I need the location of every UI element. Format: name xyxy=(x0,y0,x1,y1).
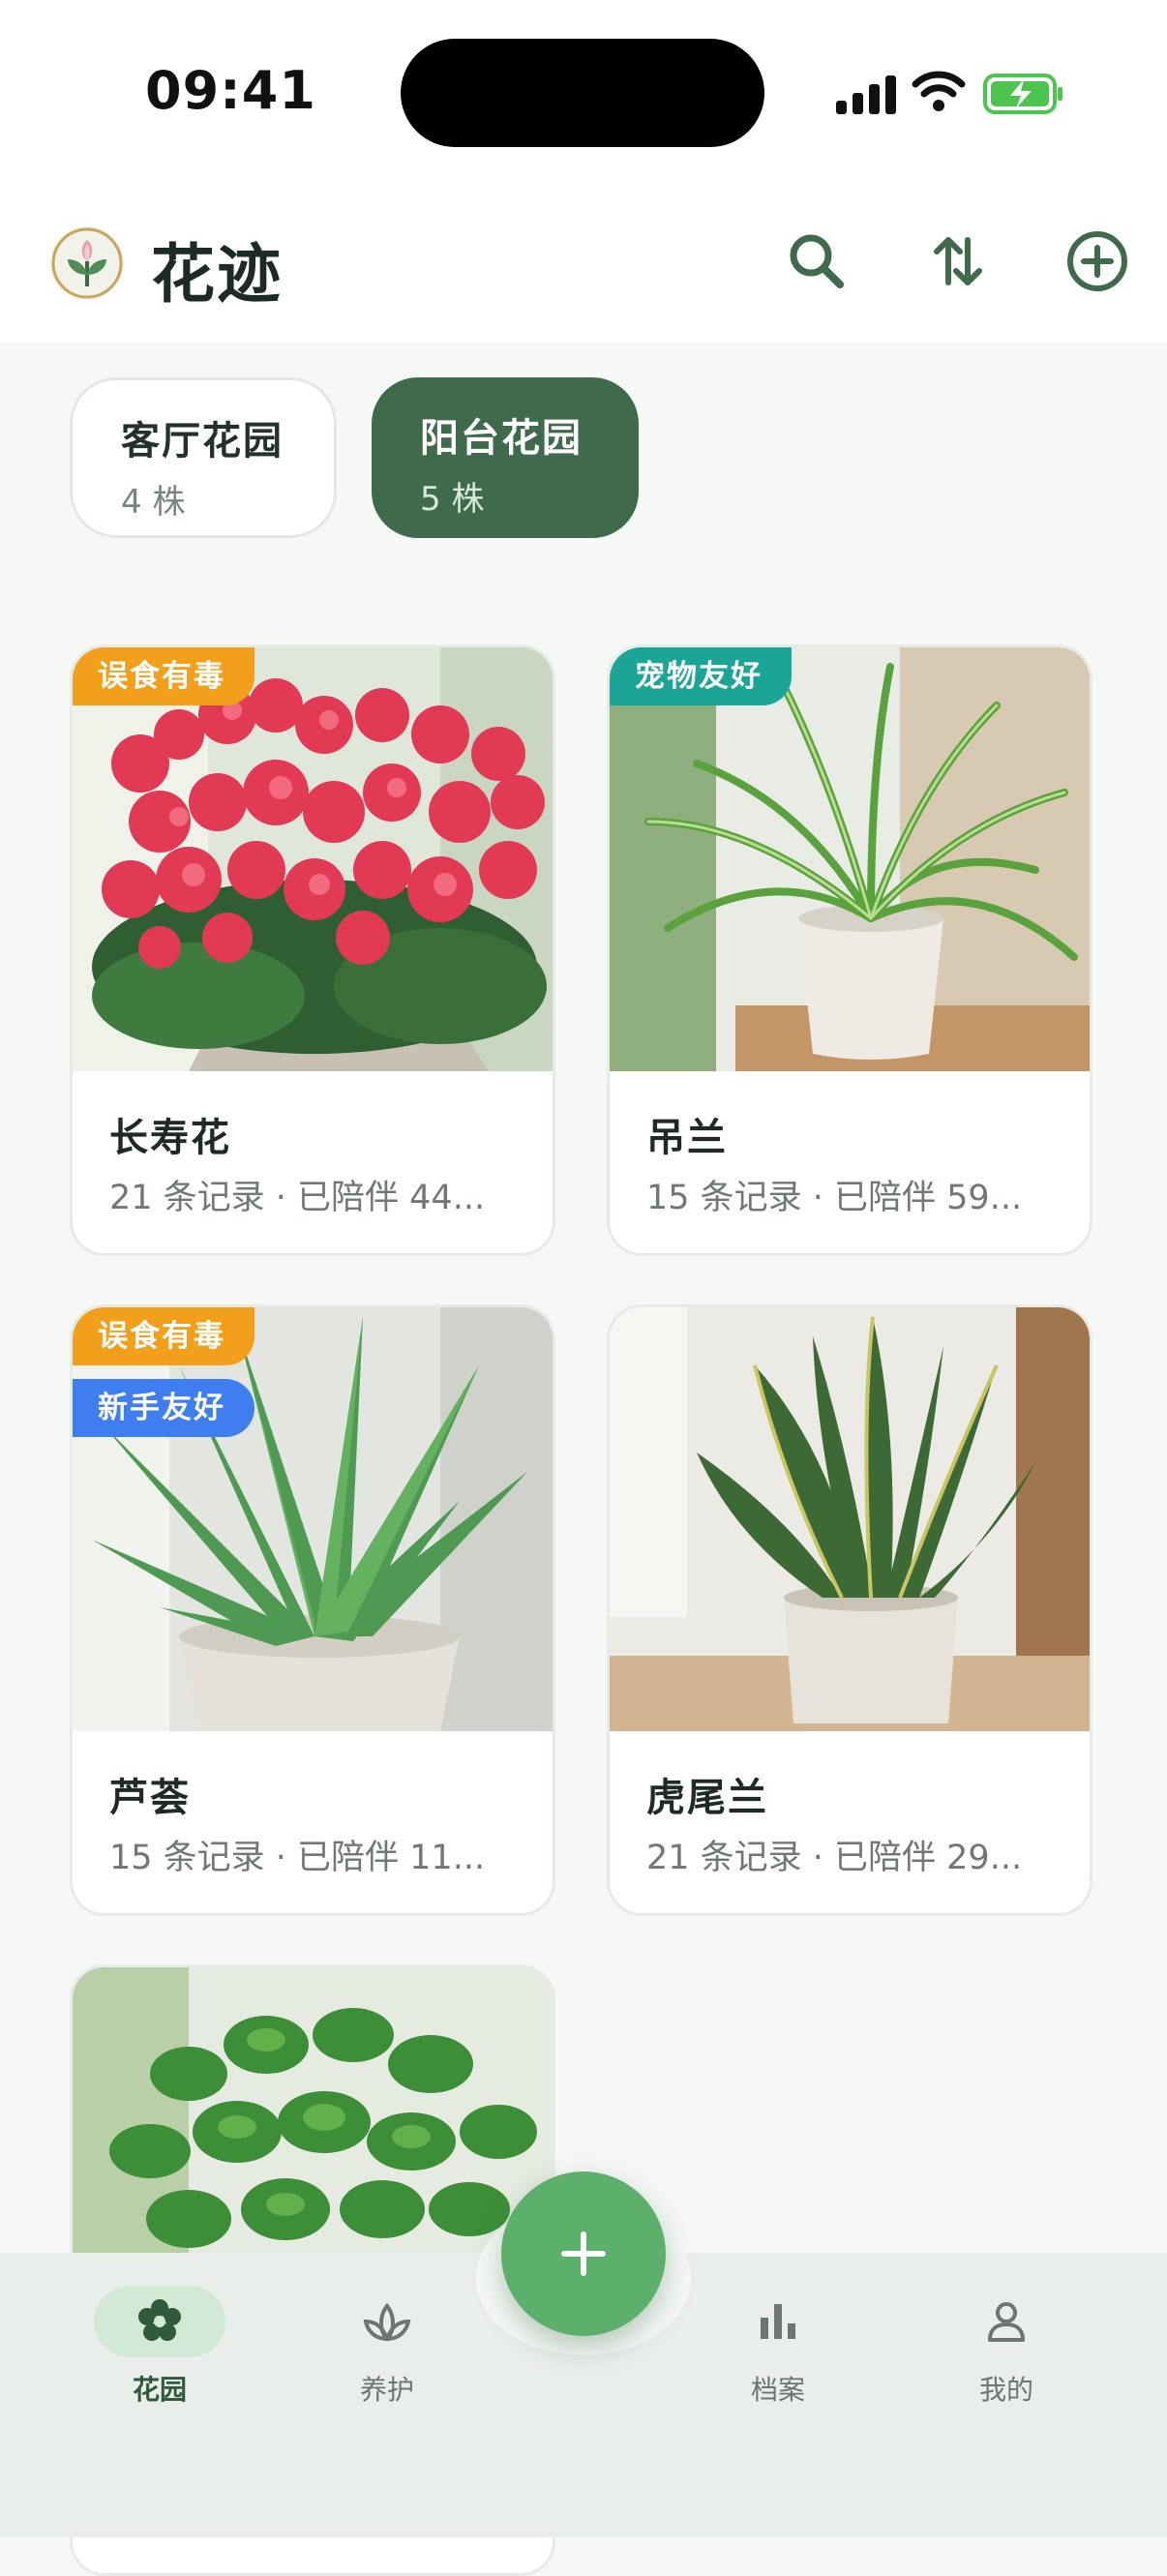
dynamic-island xyxy=(401,39,764,147)
signal-icon xyxy=(836,74,896,114)
app-title: 花迹 xyxy=(151,237,283,312)
wifi-icon xyxy=(912,71,966,111)
battery-charging-icon xyxy=(983,74,1062,114)
plant-card[interactable]: 虎尾兰 21 条记录 · 已陪伴 29... xyxy=(607,1304,1092,1916)
app-header: 花迹 xyxy=(0,184,1167,343)
plant-meta: 21 条记录 · 已陪伴 44... xyxy=(109,1179,486,1217)
garden-tab-name: 阳台花园 xyxy=(420,416,583,461)
app-logo xyxy=(50,226,124,300)
tag-beginner-friendly: 新手友好 xyxy=(73,1379,254,1437)
plant-photo xyxy=(73,647,553,1071)
plant-name: 虎尾兰 xyxy=(646,1776,768,1820)
search-icon[interactable] xyxy=(782,226,852,296)
plant-card[interactable]: 误食有毒 新手友好 芦荟 15 条记录 · 已陪伴 11... xyxy=(70,1304,555,1916)
person-icon xyxy=(988,2302,1025,2342)
garden-tab-living-room[interactable]: 客厅花园 4 株 xyxy=(70,377,337,538)
nav-label: 养护 xyxy=(359,2374,414,2406)
garden-tab-balcony[interactable]: 阳台花园 5 株 xyxy=(372,377,639,538)
plant-name: 芦荟 xyxy=(109,1776,191,1820)
sprout-icon xyxy=(363,2302,411,2342)
plant-photo xyxy=(610,647,1090,1071)
sort-icon[interactable] xyxy=(923,226,993,296)
garden-tab-name: 客厅花园 xyxy=(121,419,284,464)
plant-photo xyxy=(73,1307,553,1731)
plant-name: 长寿花 xyxy=(109,1116,231,1160)
plus-icon xyxy=(561,2232,606,2276)
plant-photo xyxy=(610,1307,1090,1731)
tag-pet-friendly: 宠物友好 xyxy=(610,647,792,705)
garden-tab-count: 5 株 xyxy=(420,480,485,519)
tag-toxic: 误食有毒 xyxy=(73,1307,254,1365)
add-circle-icon[interactable] xyxy=(1062,226,1132,296)
nav-item-care[interactable]: 养护 xyxy=(310,2286,464,2408)
nav-item-records[interactable]: 档案 xyxy=(701,2286,855,2408)
tag-toxic: 误食有毒 xyxy=(73,647,254,705)
plant-meta: 15 条记录 · 已陪伴 11... xyxy=(109,1839,486,1877)
plant-name: 吊兰 xyxy=(646,1116,728,1160)
nav-label: 花园 xyxy=(132,2374,187,2406)
nav-label: 档案 xyxy=(750,2374,805,2406)
plant-card[interactable]: 误食有毒 长寿花 21 条记录 · 已陪伴 44... xyxy=(70,644,555,1256)
garden-tab-count: 4 株 xyxy=(121,483,186,522)
nav-item-profile[interactable]: 我的 xyxy=(929,2286,1084,2408)
nav-item-garden[interactable]: 花园 xyxy=(82,2286,237,2408)
status-bar: 09:41 xyxy=(0,0,1167,184)
bar-chart-icon xyxy=(761,2304,795,2339)
status-time: 09:41 xyxy=(145,60,316,121)
add-plant-fab[interactable] xyxy=(501,2172,666,2336)
plant-meta: 15 条记录 · 已陪伴 59... xyxy=(646,1179,1023,1217)
plant-meta: 21 条记录 · 已陪伴 29... xyxy=(646,1839,1023,1877)
nav-label: 我的 xyxy=(978,2374,1033,2406)
flower-icon xyxy=(138,2299,181,2341)
plant-card[interactable]: 宠物友好 吊兰 15 条记录 · 已陪伴 59... xyxy=(607,644,1092,1256)
